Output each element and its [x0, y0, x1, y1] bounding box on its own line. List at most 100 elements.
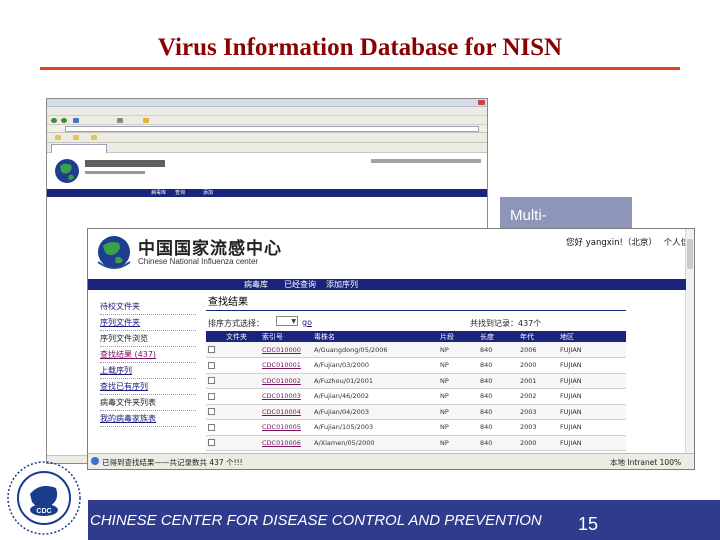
region-cell: FUJIAN: [558, 419, 626, 436]
chevron-down-icon: ▼: [291, 318, 296, 325]
index-link[interactable]: CDC010002: [260, 373, 312, 389]
links-bar: [47, 133, 487, 143]
results-title: 查找结果: [208, 297, 248, 308]
sidebar-item-find-sequence[interactable]: 查找已有序列: [100, 379, 196, 395]
segment-cell: NP: [438, 404, 478, 420]
nav-item-virus-db[interactable]: 病毒库: [151, 189, 166, 197]
title-underline: [40, 67, 680, 70]
segment-cell: NP: [438, 419, 478, 436]
search-icon[interactable]: [117, 118, 123, 123]
nav-item-query[interactable]: 查询: [175, 189, 185, 197]
tab-strip: [47, 143, 487, 153]
cdc-logo-icon: CDC: [7, 461, 81, 535]
row-checkbox[interactable]: [208, 346, 215, 353]
row-checkbox[interactable]: [208, 361, 215, 369]
strain-cell: A/Xiamen/05/2000: [312, 435, 438, 451]
main-nav-bar: 病毒库 已经查询 添加序列: [88, 279, 686, 290]
strain-cell: A/Fuzhou/01/2001: [312, 373, 438, 389]
sidebar-item-virus-folder-list[interactable]: 病毒文件夹列表: [100, 395, 196, 411]
menu-bar[interactable]: [47, 107, 487, 116]
strain-cell: A/Fujian/04/2003: [312, 404, 438, 420]
results-panel: 查找结果 排序方式选择： ▼ go 共找到记录：437个 文件夹 索引号 毒株名…: [206, 295, 626, 451]
folder-cell: [224, 373, 260, 389]
nav-item-add-sequence[interactable]: 添加序列: [326, 279, 358, 290]
go-button[interactable]: go: [302, 318, 312, 327]
row-checkbox[interactable]: [208, 423, 215, 431]
address-input[interactable]: [65, 126, 479, 132]
length-cell: 840: [478, 357, 518, 374]
total-records: 共找到记录：437个: [470, 319, 542, 328]
column-header[interactable]: 索引号: [260, 331, 312, 342]
segment-cell: NP: [438, 435, 478, 451]
column-header[interactable]: 文件夹: [224, 331, 260, 342]
strain-cell: A/Guangdong/05/2006: [312, 342, 438, 358]
column-header[interactable]: 毒株名: [312, 331, 438, 342]
year-cell: 2006: [518, 342, 558, 358]
length-cell: 840: [478, 404, 518, 420]
row-checkbox[interactable]: [208, 377, 215, 385]
vertical-scrollbar[interactable]: [685, 229, 694, 453]
row-checkbox[interactable]: [208, 392, 215, 400]
table-row: CDC010006 A/Xiamen/05/2000 NP 840 2000 F…: [206, 435, 626, 451]
status-bar: 已得到查找结果——共记录数共 437 个!!! 本地 Intranet 100%: [88, 453, 694, 469]
back-page-header: [47, 154, 487, 190]
index-link[interactable]: CDC010000: [260, 342, 312, 358]
forward-icon[interactable]: [61, 118, 67, 123]
user-bar: [371, 159, 481, 163]
window-close-icon[interactable]: [478, 100, 485, 105]
browser-tab[interactable]: [51, 144, 107, 153]
status-zone: 本地 Intranet 100%: [610, 458, 682, 467]
table-row: CDC010003 A/Fujian/46/2002 NP 840 2002 F…: [206, 388, 626, 405]
scrollbar-thumb[interactable]: [687, 239, 693, 269]
sidebar-item-sequence-browse[interactable]: 序列文件浏览: [100, 331, 196, 347]
site-logo-chinese: 中国国家流感中心: [138, 239, 282, 259]
year-cell: 2000: [518, 357, 558, 374]
index-link[interactable]: CDC010001: [260, 357, 312, 374]
length-cell: 840: [478, 388, 518, 405]
segment-cell: NP: [438, 342, 478, 358]
index-link[interactable]: CDC010004: [260, 404, 312, 420]
status-message: 已得到查找结果——共记录数共 437 个!!!: [102, 458, 243, 467]
column-header[interactable]: 片段: [438, 331, 478, 342]
segment-cell: NP: [438, 373, 478, 389]
strain-cell: A/Fujian/105/2003: [312, 419, 438, 436]
length-cell: 840: [478, 419, 518, 436]
sidebar-item-search-results[interactable]: 查找结果 (437): [100, 347, 196, 363]
window-titlebar: [47, 99, 487, 107]
folder-icon[interactable]: [73, 135, 79, 140]
row-checkbox[interactable]: [208, 408, 215, 416]
sort-select[interactable]: ▼: [276, 316, 298, 326]
column-header[interactable]: 年代: [518, 331, 558, 342]
index-link[interactable]: CDC010005: [260, 419, 312, 436]
column-header[interactable]: 长度: [478, 331, 518, 342]
folder-cell: [224, 357, 260, 374]
sidebar-item-upload-sequence[interactable]: 上载序列: [100, 363, 196, 379]
sort-label: 排序方式选择：: [208, 319, 264, 328]
row-checkbox[interactable]: [208, 439, 215, 447]
segment-cell: NP: [438, 357, 478, 374]
length-cell: 840: [478, 435, 518, 451]
year-cell: 2000: [518, 435, 558, 451]
toolbar: [47, 116, 487, 125]
sidebar-item-virus-family[interactable]: 我的病毒家族表: [100, 411, 196, 427]
sidebar-item-pending-folder[interactable]: 待校文件夹: [100, 299, 196, 315]
length-cell: 840: [478, 342, 518, 358]
back-icon[interactable]: [51, 118, 57, 123]
region-cell: FUJIAN: [558, 388, 626, 405]
nav-item-virus-db[interactable]: 病毒库: [244, 279, 268, 290]
sidebar-item-sequence-folder[interactable]: 序列文件夹: [100, 315, 196, 331]
site-logo-text: [85, 160, 165, 167]
refresh-icon[interactable]: [73, 118, 79, 123]
index-link[interactable]: CDC010006: [260, 435, 312, 451]
year-cell: 2001: [518, 373, 558, 389]
length-cell: 840: [478, 373, 518, 389]
nav-item-queried[interactable]: 已经查询: [284, 279, 316, 290]
table-row: CDC010001 A/Fujian/03/2000 NP 840 2000 F…: [206, 357, 626, 374]
folder-icon[interactable]: [91, 135, 97, 140]
column-header[interactable]: 地区: [558, 331, 626, 342]
nav-item-add[interactable]: 添加: [203, 189, 213, 197]
folder-icon[interactable]: [55, 135, 61, 140]
index-link[interactable]: CDC010003: [260, 388, 312, 405]
favorites-icon[interactable]: [143, 118, 149, 123]
globe-logo-icon: [55, 159, 79, 183]
